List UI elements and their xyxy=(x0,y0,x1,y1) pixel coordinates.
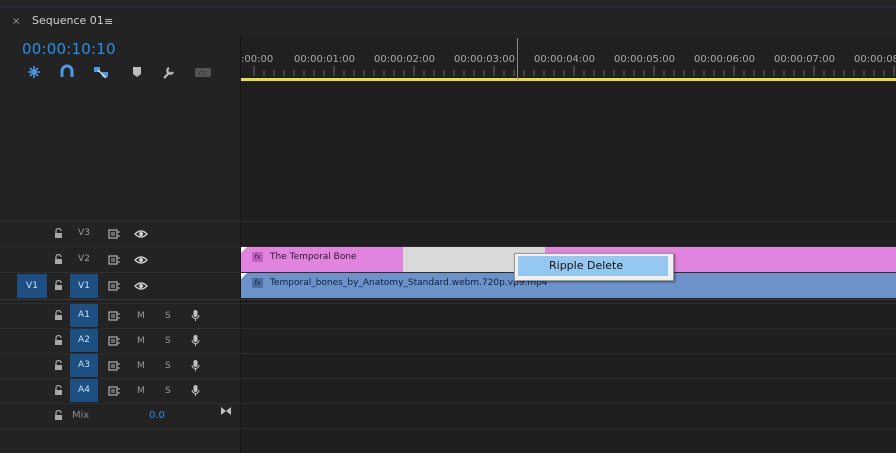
lock-icon[interactable] xyxy=(54,228,63,239)
mute-button[interactable]: M xyxy=(137,336,145,346)
solo-button[interactable]: S xyxy=(165,311,171,321)
track-target-a4[interactable]: A4 xyxy=(70,379,98,402)
microphone-icon[interactable] xyxy=(191,334,200,347)
sync-lock-icon[interactable] xyxy=(108,336,121,346)
eye-icon[interactable] xyxy=(134,281,148,291)
track-separator xyxy=(0,428,896,429)
source-patch-v1[interactable]: V1 xyxy=(17,274,47,298)
lock-icon[interactable] xyxy=(54,310,63,321)
microphone-icon[interactable] xyxy=(191,309,200,322)
track-target-v3[interactable]: V3 xyxy=(70,222,98,245)
video-audio-divider xyxy=(0,299,896,300)
go-to-out-point-icon[interactable] xyxy=(220,406,232,416)
add-marker-icon[interactable] xyxy=(128,64,146,80)
ruler-label: 00:00:06:00 xyxy=(694,54,756,65)
mute-button[interactable]: M xyxy=(137,361,145,371)
track-separator xyxy=(0,328,896,329)
microphone-icon[interactable] xyxy=(191,359,200,372)
mix-label: Mix xyxy=(72,410,90,421)
ruler-label: :00:00 xyxy=(241,54,274,65)
lock-icon[interactable] xyxy=(54,360,63,371)
svg-text:CC: CC xyxy=(199,71,207,78)
playhead-line[interactable] xyxy=(517,38,518,80)
title-clip-name: The Temporal Bone xyxy=(270,252,357,262)
track-target-a3[interactable]: A3 xyxy=(70,354,98,377)
video-clip-name: Temporal_bones_by_Anatomy_Standard.webm.… xyxy=(270,278,548,288)
fx-badge-icon[interactable]: fx xyxy=(252,278,263,288)
track-separator xyxy=(0,353,896,354)
mute-button[interactable]: M xyxy=(137,311,145,321)
sequence-tab-bar xyxy=(0,8,896,36)
ruler-label: 00:00:05:00 xyxy=(614,54,676,65)
solo-button[interactable]: S xyxy=(165,336,171,346)
wrench-icon[interactable] xyxy=(160,64,178,80)
linked-selection-icon[interactable] xyxy=(92,64,110,80)
lock-icon[interactable] xyxy=(54,410,63,421)
solo-button[interactable]: S xyxy=(165,386,171,396)
eye-icon[interactable] xyxy=(134,255,148,265)
ruler-label: 00:00:04:00 xyxy=(534,54,596,65)
ruler-labels: :00:00 00:00:01:00 00:00:02:00 00:00:03:… xyxy=(241,36,896,76)
panel-menu-icon[interactable]: ≡ xyxy=(104,15,113,28)
captions-icon[interactable]: CC xyxy=(194,64,212,80)
sync-lock-icon[interactable] xyxy=(108,361,121,371)
lock-icon[interactable] xyxy=(54,280,63,291)
track-separator xyxy=(0,378,896,379)
microphone-icon[interactable] xyxy=(191,384,200,397)
clip-corner-marker xyxy=(241,247,247,253)
sync-lock-icon[interactable] xyxy=(108,386,121,396)
lock-icon[interactable] xyxy=(54,254,63,265)
ruler-label: 00:00:01:00 xyxy=(294,54,356,65)
ruler-label: 00:00:08 xyxy=(854,54,896,65)
track-target-v1[interactable]: V1 xyxy=(70,274,98,298)
ruler-label: 00:00:07:00 xyxy=(774,54,836,65)
lock-icon[interactable] xyxy=(54,335,63,346)
ripple-delete-label: Ripple Delete xyxy=(549,259,624,272)
mix-volume-value[interactable]: 0.0 xyxy=(149,410,165,421)
sync-lock-icon[interactable] xyxy=(108,229,121,239)
track-separator xyxy=(0,303,896,304)
mute-button[interactable]: M xyxy=(137,386,145,396)
lock-icon[interactable] xyxy=(54,385,63,396)
eye-icon[interactable] xyxy=(134,229,148,239)
ruler-label: 00:00:03:00 xyxy=(454,54,516,65)
track-target-a1[interactable]: A1 xyxy=(70,304,98,327)
sync-lock-icon[interactable] xyxy=(108,311,121,321)
ruler-label: 00:00:02:00 xyxy=(374,54,436,65)
track-separator xyxy=(0,221,896,222)
solo-button[interactable]: S xyxy=(165,361,171,371)
snap-magnet-icon[interactable] xyxy=(58,64,76,80)
close-tab-icon[interactable]: × xyxy=(12,16,20,27)
sequence-tab-title[interactable]: Sequence 01 xyxy=(32,14,104,27)
clip-corner-marker xyxy=(241,273,247,279)
track-target-a2[interactable]: A2 xyxy=(70,329,98,352)
playhead-timecode[interactable]: 00:00:10:10 xyxy=(22,40,116,58)
track-separator xyxy=(0,403,896,404)
insert-sequence-as-nest-icon[interactable] xyxy=(25,64,43,80)
sync-lock-icon[interactable] xyxy=(108,281,121,291)
fx-badge-icon[interactable]: fx xyxy=(252,252,263,262)
track-target-v2[interactable]: V2 xyxy=(70,248,98,271)
sync-lock-icon[interactable] xyxy=(108,255,121,265)
